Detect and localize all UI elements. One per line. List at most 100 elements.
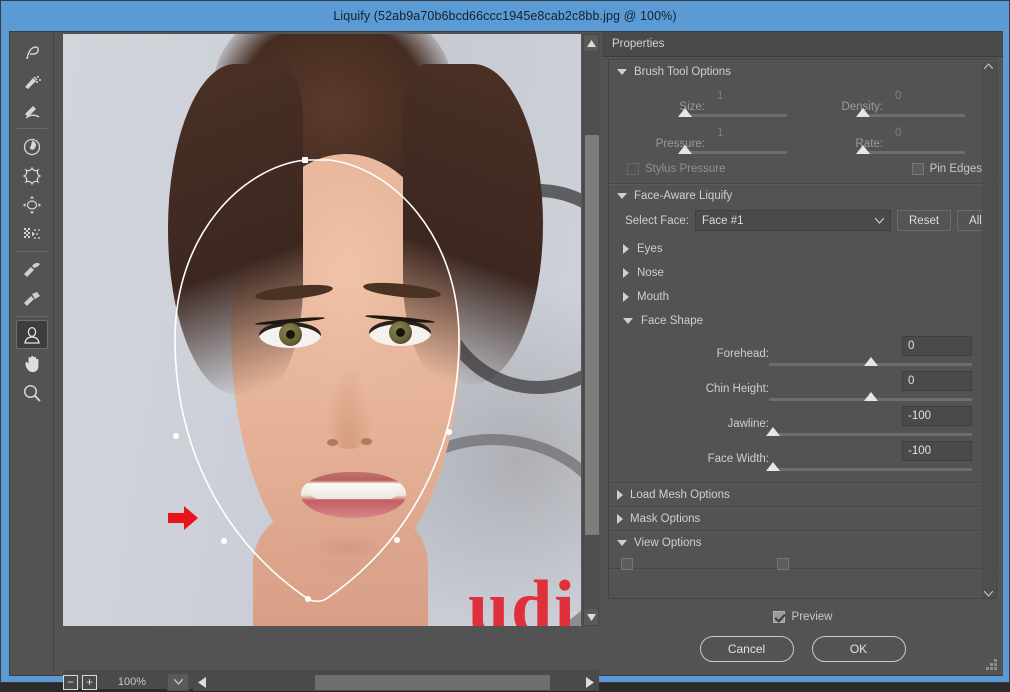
face-handle-jaw-right[interactable]: [394, 537, 400, 543]
section-face-aware-liquify: Face-Aware Liquify Select Face: Face #1 …: [609, 184, 996, 483]
scroll-right-arrow-icon[interactable]: [581, 674, 599, 691]
zoom-dropdown-chevron-down-icon[interactable]: [167, 673, 189, 691]
face-handle-right[interactable]: [446, 429, 452, 435]
thaw-mask-tool-icon[interactable]: [16, 284, 48, 313]
pucker-tool-icon[interactable]: [16, 161, 48, 190]
forehead-knob[interactable]: [863, 357, 878, 366]
pressure-input[interactable]: 1: [711, 124, 787, 143]
select-face-dropdown[interactable]: Face #1: [695, 210, 891, 231]
forehead-label: Forehead:: [716, 348, 769, 360]
chevron-right-icon[interactable]: [623, 244, 629, 254]
view-options-checkbox-2[interactable]: [777, 558, 790, 570]
bloat-tool-icon[interactable]: [16, 190, 48, 219]
subsection-nose[interactable]: Nose: [609, 261, 996, 285]
face-width-track[interactable]: [766, 462, 972, 471]
mask-options-header[interactable]: Mask Options: [609, 508, 996, 530]
canvas-vertical-scrollbar[interactable]: [583, 34, 599, 626]
image-canvas[interactable]: udi: [63, 34, 581, 626]
face-handle-top[interactable]: [302, 157, 308, 163]
pressure-track[interactable]: [678, 145, 787, 154]
chevron-down-icon[interactable]: [617, 540, 627, 546]
rate-input[interactable]: 0: [889, 124, 965, 143]
chin-height-knob[interactable]: [863, 392, 878, 401]
pin-edges-checkbox[interactable]: [911, 163, 924, 175]
forehead-slider[interactable]: Forehead: 0: [617, 336, 974, 371]
chevron-right-icon[interactable]: [623, 292, 629, 302]
face-width-input[interactable]: -100: [902, 441, 972, 461]
view-options-checkbox[interactable]: [621, 558, 633, 570]
subsection-face-shape[interactable]: Face Shape: [609, 309, 996, 333]
forehead-input[interactable]: 0: [902, 336, 972, 356]
chevron-down-icon[interactable]: [617, 193, 627, 199]
jawline-slider[interactable]: Jawline: -100: [617, 406, 974, 441]
face-aware-liquify-header[interactable]: Face-Aware Liquify: [609, 185, 996, 207]
face-outline-overlay[interactable]: [63, 34, 581, 626]
jawline-track[interactable]: [766, 427, 972, 436]
zoom-out-button[interactable]: −: [63, 674, 78, 690]
smooth-tool-icon[interactable]: [16, 96, 48, 125]
reset-button[interactable]: Reset: [897, 210, 952, 231]
load-mesh-options-header[interactable]: Load Mesh Options: [609, 484, 996, 506]
stylus-pressure-checkbox-row[interactable]: Stylus Pressure: [627, 163, 726, 175]
preview-checkbox[interactable]: [772, 611, 785, 623]
horizontal-scrollbar[interactable]: [193, 673, 599, 691]
zoom-level-value[interactable]: 100%: [101, 676, 163, 688]
chin-height-track[interactable]: [769, 392, 972, 401]
zoom-in-button[interactable]: +: [82, 674, 97, 690]
density-slider[interactable]: Density: 0: [797, 87, 975, 124]
face-handle-jaw-left[interactable]: [221, 538, 227, 544]
rate-track[interactable]: [856, 145, 965, 154]
face-width-slider[interactable]: Face Width: -100: [617, 441, 974, 476]
chin-height-input[interactable]: 0: [902, 371, 972, 391]
cancel-button[interactable]: Cancel: [699, 636, 794, 662]
chevron-down-icon[interactable]: [623, 318, 633, 324]
chevron-right-icon[interactable]: [617, 514, 623, 524]
face-width-knob[interactable]: [766, 462, 781, 471]
density-track[interactable]: [856, 108, 965, 117]
scroll-left-arrow-icon[interactable]: [193, 674, 211, 691]
face-handle-chin[interactable]: [305, 596, 311, 602]
push-left-tool-icon[interactable]: [16, 219, 48, 248]
density-knob[interactable]: [856, 108, 871, 117]
twirl-clockwise-tool-icon[interactable]: [16, 132, 48, 161]
properties-scrollbar[interactable]: [982, 61, 995, 598]
resize-grip-icon[interactable]: [986, 659, 998, 671]
pressure-slider[interactable]: Pressure: 1: [619, 124, 797, 161]
view-options-header[interactable]: View Options: [609, 532, 996, 554]
scroll-down-arrow-icon[interactable]: [584, 609, 598, 625]
chevron-right-icon[interactable]: [623, 268, 629, 278]
panel-scroll-up-icon[interactable]: [982, 61, 995, 69]
forehead-track[interactable]: [769, 357, 972, 366]
jawline-knob[interactable]: [766, 427, 781, 436]
chevron-down-icon[interactable]: [617, 69, 627, 75]
preview-row[interactable]: Preview: [602, 604, 1003, 630]
face-tool-icon[interactable]: [15, 320, 48, 349]
subsection-eyes[interactable]: Eyes: [609, 237, 996, 261]
density-input[interactable]: 0: [889, 87, 965, 106]
chevron-right-icon[interactable]: [617, 490, 623, 500]
panel-scroll-down-icon[interactable]: [982, 591, 995, 597]
pressure-knob[interactable]: [678, 145, 693, 154]
size-slider[interactable]: Size: 1: [619, 87, 797, 124]
pin-edges-checkbox-row[interactable]: Pin Edges: [911, 163, 982, 175]
face-handle-left[interactable]: [173, 433, 179, 439]
freeze-mask-tool-icon[interactable]: [16, 255, 48, 284]
jawline-input[interactable]: -100: [902, 406, 972, 426]
hand-tool-icon[interactable]: [16, 349, 48, 378]
vertical-scroll-thumb[interactable]: [585, 135, 599, 535]
scroll-up-arrow-icon[interactable]: [584, 35, 598, 51]
forward-warp-tool-icon[interactable]: [16, 38, 48, 67]
size-knob[interactable]: [678, 108, 693, 117]
reconstruct-tool-icon[interactable]: [16, 67, 48, 96]
size-input[interactable]: 1: [711, 87, 787, 106]
ok-button[interactable]: OK: [811, 636, 906, 662]
subsection-mouth[interactable]: Mouth: [609, 285, 996, 309]
rate-slider[interactable]: Rate: 0: [797, 124, 975, 161]
brush-tool-options-header[interactable]: Brush Tool Options: [609, 61, 996, 83]
chin-height-slider[interactable]: Chin Height: 0: [617, 371, 974, 406]
zoom-tool-icon[interactable]: [16, 378, 48, 407]
horizontal-scroll-thumb[interactable]: [314, 674, 551, 690]
stylus-pressure-checkbox[interactable]: [627, 163, 639, 175]
rate-knob[interactable]: [856, 145, 871, 154]
size-track[interactable]: [678, 108, 787, 117]
